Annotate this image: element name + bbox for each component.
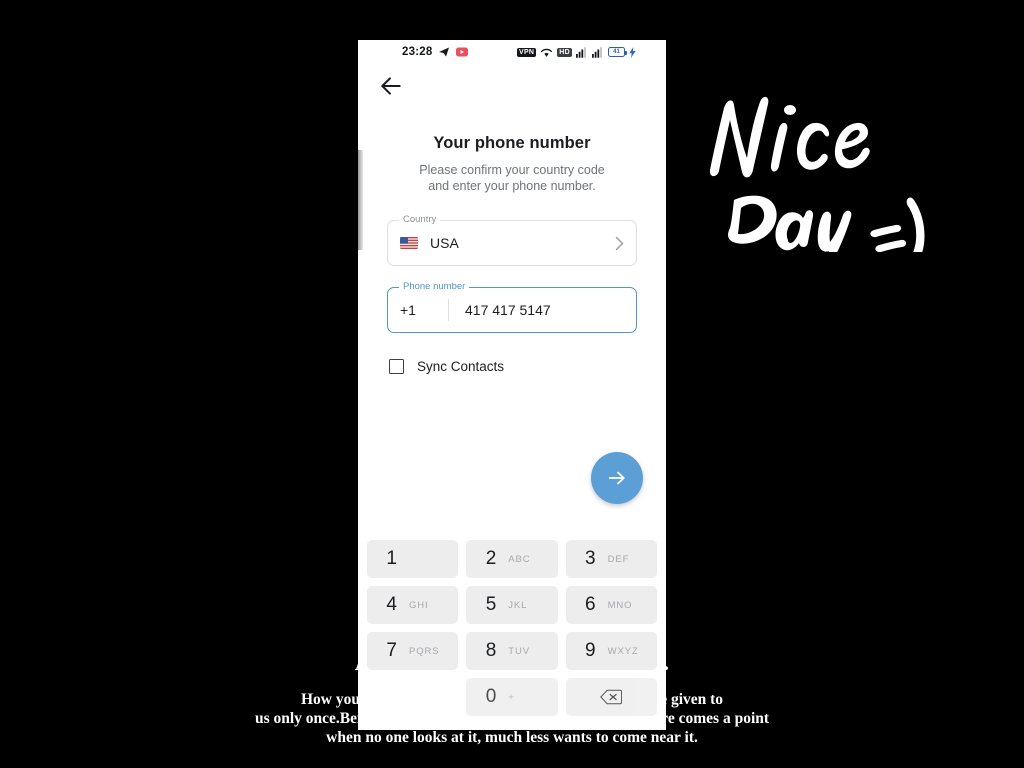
key-digit: 3 bbox=[585, 548, 596, 569]
keypad-row: 0 + bbox=[363, 674, 661, 720]
phone-field-label: Phone number bbox=[399, 281, 470, 292]
subtitle-line-2: and enter your phone number. bbox=[428, 179, 596, 193]
key-backspace[interactable] bbox=[565, 678, 657, 716]
key-3[interactable]: 3 DEF bbox=[565, 540, 657, 578]
key-blank bbox=[367, 678, 458, 716]
arrow-right-icon bbox=[608, 471, 625, 485]
key-letters: ABC bbox=[508, 553, 531, 565]
status-bar-right: VPN HD 41 bbox=[516, 46, 636, 58]
charging-bolt-icon bbox=[629, 46, 636, 58]
status-bar: 23:28 VPN HD 41 bbox=[358, 40, 666, 64]
key-digit: 0 bbox=[485, 686, 497, 707]
youtube-icon bbox=[456, 47, 469, 57]
key-5[interactable]: 5 JKL bbox=[466, 586, 558, 624]
form: Country USA Phone number +1 417 417 5147… bbox=[358, 214, 666, 374]
keypad-row: 1 2 ABC 3 DEF bbox=[363, 536, 661, 582]
key-letters: GHI bbox=[408, 599, 429, 611]
app-bar bbox=[358, 64, 666, 108]
phone-edge-artifact bbox=[358, 150, 363, 250]
key-digit: 4 bbox=[386, 594, 397, 615]
vpn-icon: VPN bbox=[516, 47, 537, 57]
next-fab-button[interactable] bbox=[591, 452, 643, 504]
sync-contacts-checkbox[interactable] bbox=[389, 359, 404, 374]
hd-icon: HD bbox=[557, 47, 572, 57]
key-0[interactable]: 0 + bbox=[466, 678, 558, 716]
usa-flag-icon bbox=[400, 237, 418, 249]
sync-contacts-row[interactable]: Sync Contacts bbox=[387, 359, 637, 374]
key-4[interactable]: 4 GHI bbox=[367, 586, 459, 624]
key-digit: 8 bbox=[485, 640, 497, 661]
key-1[interactable]: 1 bbox=[367, 540, 459, 578]
page-title: Your phone number bbox=[433, 134, 591, 152]
telegram-icon bbox=[439, 47, 450, 57]
subtitle-line-1: Please confirm your country code bbox=[419, 163, 605, 177]
country-value: USA bbox=[430, 235, 459, 251]
key-digit: 2 bbox=[485, 548, 497, 569]
key-2[interactable]: 2 ABC bbox=[466, 540, 558, 578]
battery-level: 41 bbox=[613, 49, 620, 55]
status-bar-left: 23:28 bbox=[402, 46, 469, 58]
keypad-row: 4 GHI 5 JKL 6 MNO bbox=[363, 582, 661, 628]
key-digit: 9 bbox=[585, 640, 596, 661]
back-arrow-icon[interactable] bbox=[378, 73, 404, 99]
phone-number-value: 417 417 5147 bbox=[465, 302, 551, 318]
screenshot-canvas: Amor de amado amar perdona. How you live… bbox=[0, 0, 1024, 768]
phone-screenshot: 23:28 VPN HD 41 Your phone number Please… bbox=[358, 40, 666, 730]
country-field-label: Country bbox=[399, 214, 441, 225]
page-subtitle: Please confirm your country code and ent… bbox=[382, 162, 642, 194]
key-letters: + bbox=[508, 691, 515, 703]
chevron-right-icon bbox=[615, 236, 624, 250]
sync-contacts-label: Sync Contacts bbox=[417, 359, 505, 374]
backspace-icon bbox=[600, 689, 623, 705]
background-body-line: when no one looks at it, much less wants… bbox=[326, 729, 698, 746]
title-block: Your phone number Please confirm your co… bbox=[358, 134, 666, 194]
handwriting-nice-day bbox=[709, 96, 925, 252]
key-7[interactable]: 7 PQRS bbox=[367, 632, 459, 670]
key-6[interactable]: 6 MNO bbox=[565, 586, 657, 624]
signal-icon bbox=[576, 46, 586, 58]
key-letters: DEF bbox=[607, 553, 630, 565]
key-letters: WXYZ bbox=[607, 645, 639, 657]
key-8[interactable]: 8 TUV bbox=[466, 632, 558, 670]
key-letters: JKL bbox=[508, 599, 528, 611]
key-digit: 1 bbox=[386, 548, 397, 569]
signal-icon bbox=[592, 46, 602, 58]
wifi-icon bbox=[541, 48, 553, 57]
key-9[interactable]: 9 WXYZ bbox=[565, 632, 657, 670]
key-digit: 7 bbox=[386, 640, 397, 661]
numeric-keypad: 1 2 ABC 3 DEF 4 GHI 5 JKL 6 MNO 7 PQRS 8… bbox=[358, 530, 666, 730]
key-digit: 5 bbox=[485, 594, 497, 615]
key-digit: 6 bbox=[585, 594, 596, 615]
country-select[interactable]: Country USA bbox=[387, 214, 637, 266]
key-letters: PQRS bbox=[408, 645, 440, 657]
battery-icon: 41 bbox=[608, 47, 627, 57]
key-letters: MNO bbox=[607, 599, 633, 611]
dial-code: +1 bbox=[400, 302, 416, 318]
key-letters: TUV bbox=[508, 645, 530, 657]
keypad-row: 7 PQRS 8 TUV 9 WXYZ bbox=[363, 628, 661, 674]
phone-number-input[interactable]: Phone number +1 417 417 5147 bbox=[387, 281, 637, 333]
dial-code-divider bbox=[448, 299, 449, 321]
status-clock: 23:28 bbox=[402, 46, 433, 58]
